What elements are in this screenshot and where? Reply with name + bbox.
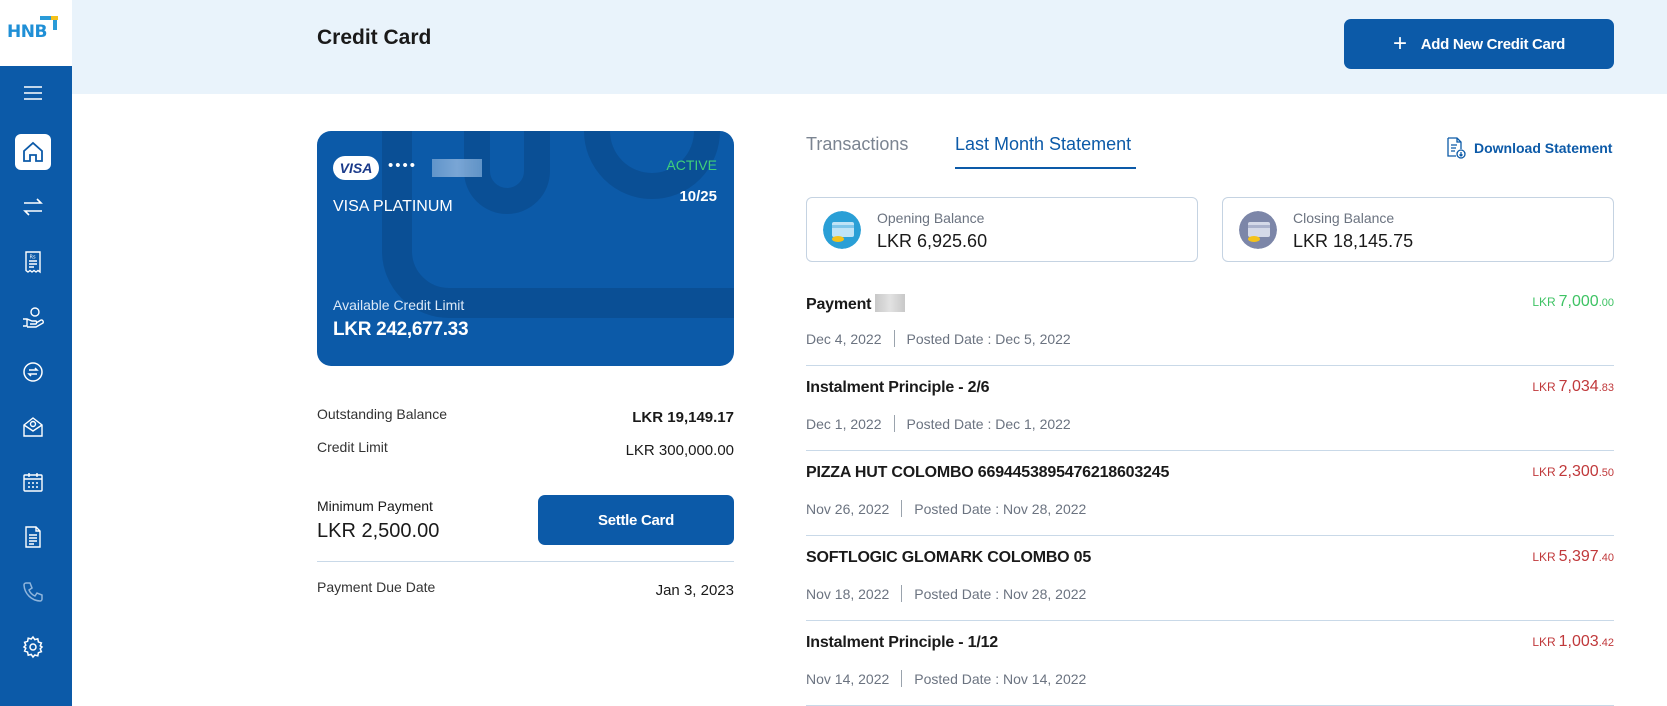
divider — [317, 561, 734, 562]
plus-icon: + — [1392, 30, 1407, 57]
active-tab-indicator — [955, 167, 1136, 169]
posted-date: Posted Date : Dec 5, 2022 — [906, 330, 1071, 347]
payment-due-date-label: Payment Due Date — [317, 579, 436, 595]
transfer-icon[interactable] — [15, 189, 51, 225]
tab-transactions[interactable]: Transactions — [806, 134, 908, 155]
mail-icon[interactable] — [15, 409, 51, 445]
posted-date: Posted Date : Nov 28, 2022 — [914, 585, 1087, 602]
transaction-amount: LKR 7,034.83 — [1532, 378, 1614, 395]
download-document-icon — [1447, 137, 1466, 159]
card-number-redacted — [432, 159, 482, 177]
transaction-row[interactable]: SOFTLOGIC GLOMARK COLOMBO 05 Nov 18, 202… — [806, 536, 1614, 621]
payment-due-date-value: Jan 3, 2023 — [655, 582, 734, 599]
transaction-date: Nov 26, 2022 — [806, 500, 890, 517]
menu-icon[interactable] — [15, 75, 51, 111]
calendar-icon[interactable] — [15, 464, 51, 500]
transaction-date: Dec 1, 2022 — [806, 415, 882, 432]
available-credit-label: Available Credit Limit — [333, 297, 465, 313]
transaction-title: Instalment Principle - 2/6 — [806, 379, 990, 396]
transaction-row[interactable]: PIZZA HUT COLOMBO 6694453895476218603245… — [806, 451, 1614, 536]
posted-date: Posted Date : Nov 28, 2022 — [914, 500, 1087, 517]
svg-text:Rs: Rs — [30, 255, 36, 261]
transaction-dates: Dec 1, 2022 Posted Date : Dec 1, 2022 — [806, 415, 1071, 432]
download-statement-label: Download Statement — [1474, 140, 1613, 156]
transaction-title: Payment — [806, 294, 906, 314]
posted-date: Posted Date : Dec 1, 2022 — [906, 415, 1071, 432]
closing-balance-card: Closing Balance LKR 18,145.75 — [1222, 197, 1614, 262]
logo-mark-icon — [40, 16, 58, 30]
settings-icon[interactable] — [15, 629, 51, 665]
separator — [893, 330, 895, 347]
transaction-date: Nov 18, 2022 — [806, 585, 890, 602]
opening-balance-label: Opening Balance — [877, 210, 985, 226]
closing-balance-value: LKR 18,145.75 — [1293, 231, 1414, 251]
minimum-payment-value: LKR 2,500.00 — [317, 520, 440, 542]
transaction-row[interactable]: Payment Dec 4, 2022 Posted Date : Dec 5, … — [806, 281, 1614, 366]
add-credit-card-label: Add New Credit Card — [1420, 35, 1566, 53]
card-name: VISA PLATINUM — [333, 198, 453, 215]
transaction-amount: LKR 5,397.40 — [1532, 548, 1614, 565]
card-expiry: 10/25 — [679, 188, 717, 205]
separator — [901, 500, 903, 517]
transaction-dates: Nov 18, 2022 Posted Date : Nov 28, 2022 — [806, 585, 1086, 602]
separator — [901, 670, 903, 687]
sidebar: HNB Rs — [0, 0, 72, 706]
minimum-payment-label: Minimum Payment — [317, 498, 433, 514]
transaction-row[interactable]: Instalment Principle - 2/6 Dec 1, 2022 Po… — [806, 366, 1614, 451]
outstanding-balance-label: Outstanding Balance — [317, 406, 447, 422]
document-icon[interactable] — [15, 519, 51, 555]
transaction-title: Instalment Principle - 1/12 — [806, 634, 998, 651]
card-status: ACTIVE — [666, 157, 717, 173]
payment-hand-icon[interactable] — [15, 299, 51, 335]
exchange-icon[interactable] — [15, 354, 51, 390]
credit-card-visual[interactable]: VISA •••• ACTIVE VISA PLATINUM 10/25 Ava… — [317, 131, 734, 366]
phone-icon[interactable] — [15, 574, 51, 610]
app-root: HNB Rs Credit Card + Add New Credit Card… — [0, 0, 1667, 706]
card-masked-number: •••• — [388, 157, 418, 174]
page-title: Credit Card — [317, 26, 432, 49]
closing-balance-icon — [1239, 211, 1277, 249]
transaction-date: Dec 4, 2022 — [806, 330, 882, 347]
separator — [893, 415, 895, 432]
closing-balance-label: Closing Balance — [1293, 210, 1395, 226]
add-credit-card-button[interactable]: + Add New Credit Card — [1344, 19, 1614, 69]
transaction-title: SOFTLOGIC GLOMARK COLOMBO 05 — [806, 549, 1092, 566]
transaction-title: PIZZA HUT COLOMBO 6694453895476218603245 — [806, 464, 1170, 481]
transaction-dates: Nov 14, 2022 Posted Date : Nov 14, 2022 — [806, 670, 1086, 687]
redacted-detail — [875, 294, 906, 312]
opening-balance-icon — [823, 211, 861, 249]
visa-logo: VISA — [333, 156, 379, 180]
home-icon[interactable] — [15, 134, 51, 170]
opening-balance-value: LKR 6,925.60 — [877, 231, 988, 251]
credit-limit-value: LKR 300,000.00 — [625, 442, 734, 459]
bill-icon[interactable]: Rs — [15, 244, 51, 280]
tab-last-month-statement[interactable]: Last Month Statement — [955, 134, 1131, 155]
transaction-amount: LKR 2,300.50 — [1532, 463, 1614, 480]
transaction-amount: LKR 1,003.42 — [1532, 633, 1614, 650]
opening-balance-card: Opening Balance LKR 6,925.60 — [806, 197, 1198, 262]
outstanding-balance-value: LKR 19,149.17 — [632, 409, 734, 426]
download-statement-link[interactable]: Download Statement — [1446, 137, 1612, 159]
logo[interactable]: HNB — [0, 0, 72, 66]
transaction-dates: Dec 4, 2022 Posted Date : Dec 5, 2022 — [806, 330, 1071, 347]
available-credit-value: LKR 242,677.33 — [333, 319, 469, 340]
separator — [901, 585, 903, 602]
settle-card-button[interactable]: Settle Card — [538, 495, 734, 545]
posted-date: Posted Date : Nov 14, 2022 — [914, 670, 1087, 687]
transaction-date: Nov 14, 2022 — [806, 670, 890, 687]
transaction-dates: Nov 26, 2022 Posted Date : Nov 28, 2022 — [806, 500, 1086, 517]
transaction-amount: LKR 7,000.00 — [1532, 293, 1614, 310]
credit-limit-label: Credit Limit — [317, 439, 388, 455]
transaction-row[interactable]: Instalment Principle - 1/12 Nov 14, 2022… — [806, 621, 1614, 706]
